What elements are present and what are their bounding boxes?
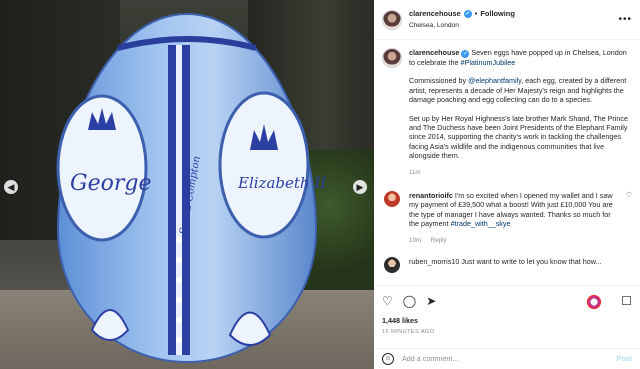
following-button[interactable]: Following xyxy=(480,9,514,18)
caption-text-part: Commissioned by xyxy=(409,76,469,86)
mention-link[interactable]: @elephantfamily xyxy=(468,76,521,85)
avatar[interactable] xyxy=(384,191,400,208)
egg-left-script: George xyxy=(70,171,151,196)
comment-time[interactable]: 10m xyxy=(409,237,421,244)
caption-text: clarencehouse ✓ Seven eggs have popped u… xyxy=(409,48,632,177)
likes-count[interactable]: 1,448 likes xyxy=(382,316,632,325)
reply-button[interactable]: Reply xyxy=(431,237,447,244)
heart-icon[interactable]: ♡ xyxy=(382,295,393,308)
chevron-right-icon: ▶ xyxy=(356,182,364,192)
post-comment-button[interactable]: Post xyxy=(616,354,632,363)
post-photo[interactable]: George Elizabeth II Sasha Compton ◀ ▶ xyxy=(0,0,374,369)
caption-paragraph: Commissioned by @elephantfamily, each eg… xyxy=(409,76,632,104)
verified-badge-icon: ✓ xyxy=(461,50,470,58)
post-viewer: George Elizabeth II Sasha Compton ◀ ▶ cl… xyxy=(0,0,640,369)
header-name-row: clarencehouse ✓ • Following xyxy=(409,9,515,18)
egg-right-script: Elizabeth II xyxy=(237,174,327,192)
previous-photo-button[interactable]: ◀ xyxy=(4,180,18,194)
avatar[interactable] xyxy=(382,48,402,68)
jubilee-egg-illustration: George Elizabeth II Sasha Compton xyxy=(56,12,327,364)
comments-section[interactable]: clarencehouse ✓ Seven eggs have popped u… xyxy=(374,40,640,285)
hashtag-link[interactable]: #trade_with__skye xyxy=(451,219,511,228)
caption-username[interactable]: clarencehouse xyxy=(409,48,459,57)
more-options-icon[interactable]: ••• xyxy=(618,14,632,24)
caption-row: clarencehouse ✓ Seven eggs have popped u… xyxy=(382,48,632,177)
action-icons-row: ♡ ◯ ➤ ☐ xyxy=(382,294,632,310)
comment-row: renantorioifc I'm so excited when I open… xyxy=(382,191,632,245)
avatar[interactable] xyxy=(384,257,400,274)
caption-paragraph: Set up by Her Royal Highness's late brot… xyxy=(409,113,628,161)
share-icon[interactable]: ➤ xyxy=(426,295,436,308)
post-timestamp: 16 MINUTES AGO xyxy=(382,329,435,336)
verified-badge-icon: ✓ xyxy=(463,9,472,18)
comment-meta: 10m Reply xyxy=(409,236,615,245)
comment-input[interactable]: Add a comment... xyxy=(402,354,608,363)
location-link[interactable]: Chelsea, London xyxy=(409,21,515,30)
caption-time[interactable]: 11m xyxy=(409,169,421,176)
comment-row-partial: ruben_morris10 Just want to write to let… xyxy=(382,257,632,274)
post-side-panel: clarencehouse ✓ • Following Chelsea, Lon… xyxy=(374,0,640,369)
next-photo-button[interactable]: ▶ xyxy=(353,180,367,194)
add-comment-bar: ☺ Add a comment... Post xyxy=(374,348,640,369)
bookmark-icon[interactable]: ☐ xyxy=(621,295,632,308)
separator-dot: • xyxy=(474,9,478,19)
comment-username[interactable]: renantorioifc xyxy=(409,191,453,200)
hashtag-link[interactable]: #PlatinumJubilee xyxy=(461,58,516,67)
caption-meta: 11m xyxy=(409,168,632,177)
comment-like-icon[interactable]: ♡ xyxy=(626,191,632,245)
comment-icon[interactable]: ◯ xyxy=(403,295,416,308)
emoji-icon[interactable]: ☺ xyxy=(382,353,394,365)
egg-right-medallion xyxy=(218,91,310,239)
comment-text: ruben_morris10 Just want to write to let… xyxy=(409,257,602,267)
comment-text: renantorioifc I'm so excited when I open… xyxy=(409,191,615,245)
post-header: clarencehouse ✓ • Following Chelsea, Lon… xyxy=(374,0,640,40)
header-info: clarencehouse ✓ • Following Chelsea, Lon… xyxy=(409,9,515,30)
avatar[interactable] xyxy=(587,295,602,309)
chevron-left-icon: ◀ xyxy=(7,182,15,192)
avatar[interactable] xyxy=(382,9,402,30)
username-link[interactable]: clarencehouse xyxy=(409,9,461,18)
post-actions: ♡ ◯ ➤ ☐ 1,448 likes 16 MINUTES AGO xyxy=(374,285,640,338)
